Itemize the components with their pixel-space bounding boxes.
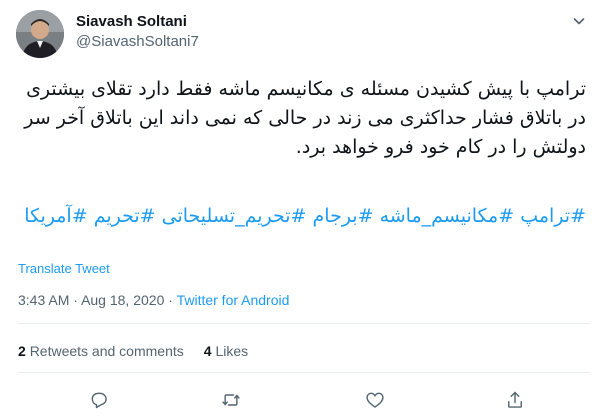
likes-count: 4	[203, 343, 212, 359]
divider	[18, 372, 590, 373]
likes-stat[interactable]: 4 Likes	[204, 343, 248, 359]
tweet-meta: 3:43 AM · Aug 18, 2020 · Twitter for And…	[18, 292, 289, 308]
hashtag-link[interactable]: #تحریم_تسلیحاتی	[162, 205, 307, 227]
hashtag-link[interactable]: #ترامپ	[520, 205, 586, 227]
reply-icon	[91, 392, 107, 409]
tweet-time[interactable]: 3:43 AM	[18, 292, 69, 308]
tweet-source-link[interactable]: Twitter for Android	[177, 292, 290, 308]
retweets-count: 2	[18, 343, 26, 359]
share-button[interactable]	[500, 385, 530, 415]
author-handle[interactable]: @SiavashSoltani7	[76, 33, 199, 50]
tweet-card: Siavash Soltani @SiavashSoltani7 ترامپ ب…	[0, 0, 603, 419]
tweet-text: ترامپ با پیش کشیدن مسئله ی مکانیسم ماشه …	[24, 78, 586, 158]
avatar-photo	[16, 10, 64, 58]
meta-separator: ·	[168, 292, 173, 308]
avatar[interactable]	[16, 10, 64, 58]
hashtag-link[interactable]: #آمریکا	[24, 205, 87, 227]
likes-label: Likes	[215, 343, 249, 359]
translate-tweet-link[interactable]: Translate Tweet	[18, 261, 110, 276]
divider	[18, 323, 590, 324]
tweet-stats: 2 Retweets and comments 4 Likes	[18, 343, 248, 359]
like-button[interactable]	[360, 385, 390, 415]
retweets-label: Retweets and comments	[29, 343, 184, 359]
reply-button[interactable]	[84, 385, 114, 415]
tweet-actions	[0, 385, 603, 415]
retweet-button[interactable]	[216, 385, 246, 415]
hashtag-link[interactable]: #برجام	[313, 205, 374, 227]
tweet-hashtags: #ترامپ #مکانیسم_ماشه #برجام #تحریم_تسلیح…	[14, 202, 586, 231]
hashtag-link[interactable]: #تحریم	[94, 205, 156, 227]
retweets-stat[interactable]: 2 Retweets and comments	[18, 343, 184, 359]
author-display-name[interactable]: Siavash Soltani	[76, 13, 187, 30]
meta-separator: ·	[73, 292, 78, 308]
retweet-icon	[222, 394, 240, 406]
share-icon	[508, 391, 522, 408]
heart-icon	[366, 392, 384, 408]
chevron-down-icon	[573, 18, 585, 25]
hashtag-link[interactable]: #مکانیسم_ماشه	[380, 205, 515, 227]
more-options-button[interactable]	[568, 10, 590, 32]
tweet-date[interactable]: Aug 18, 2020	[81, 292, 164, 308]
